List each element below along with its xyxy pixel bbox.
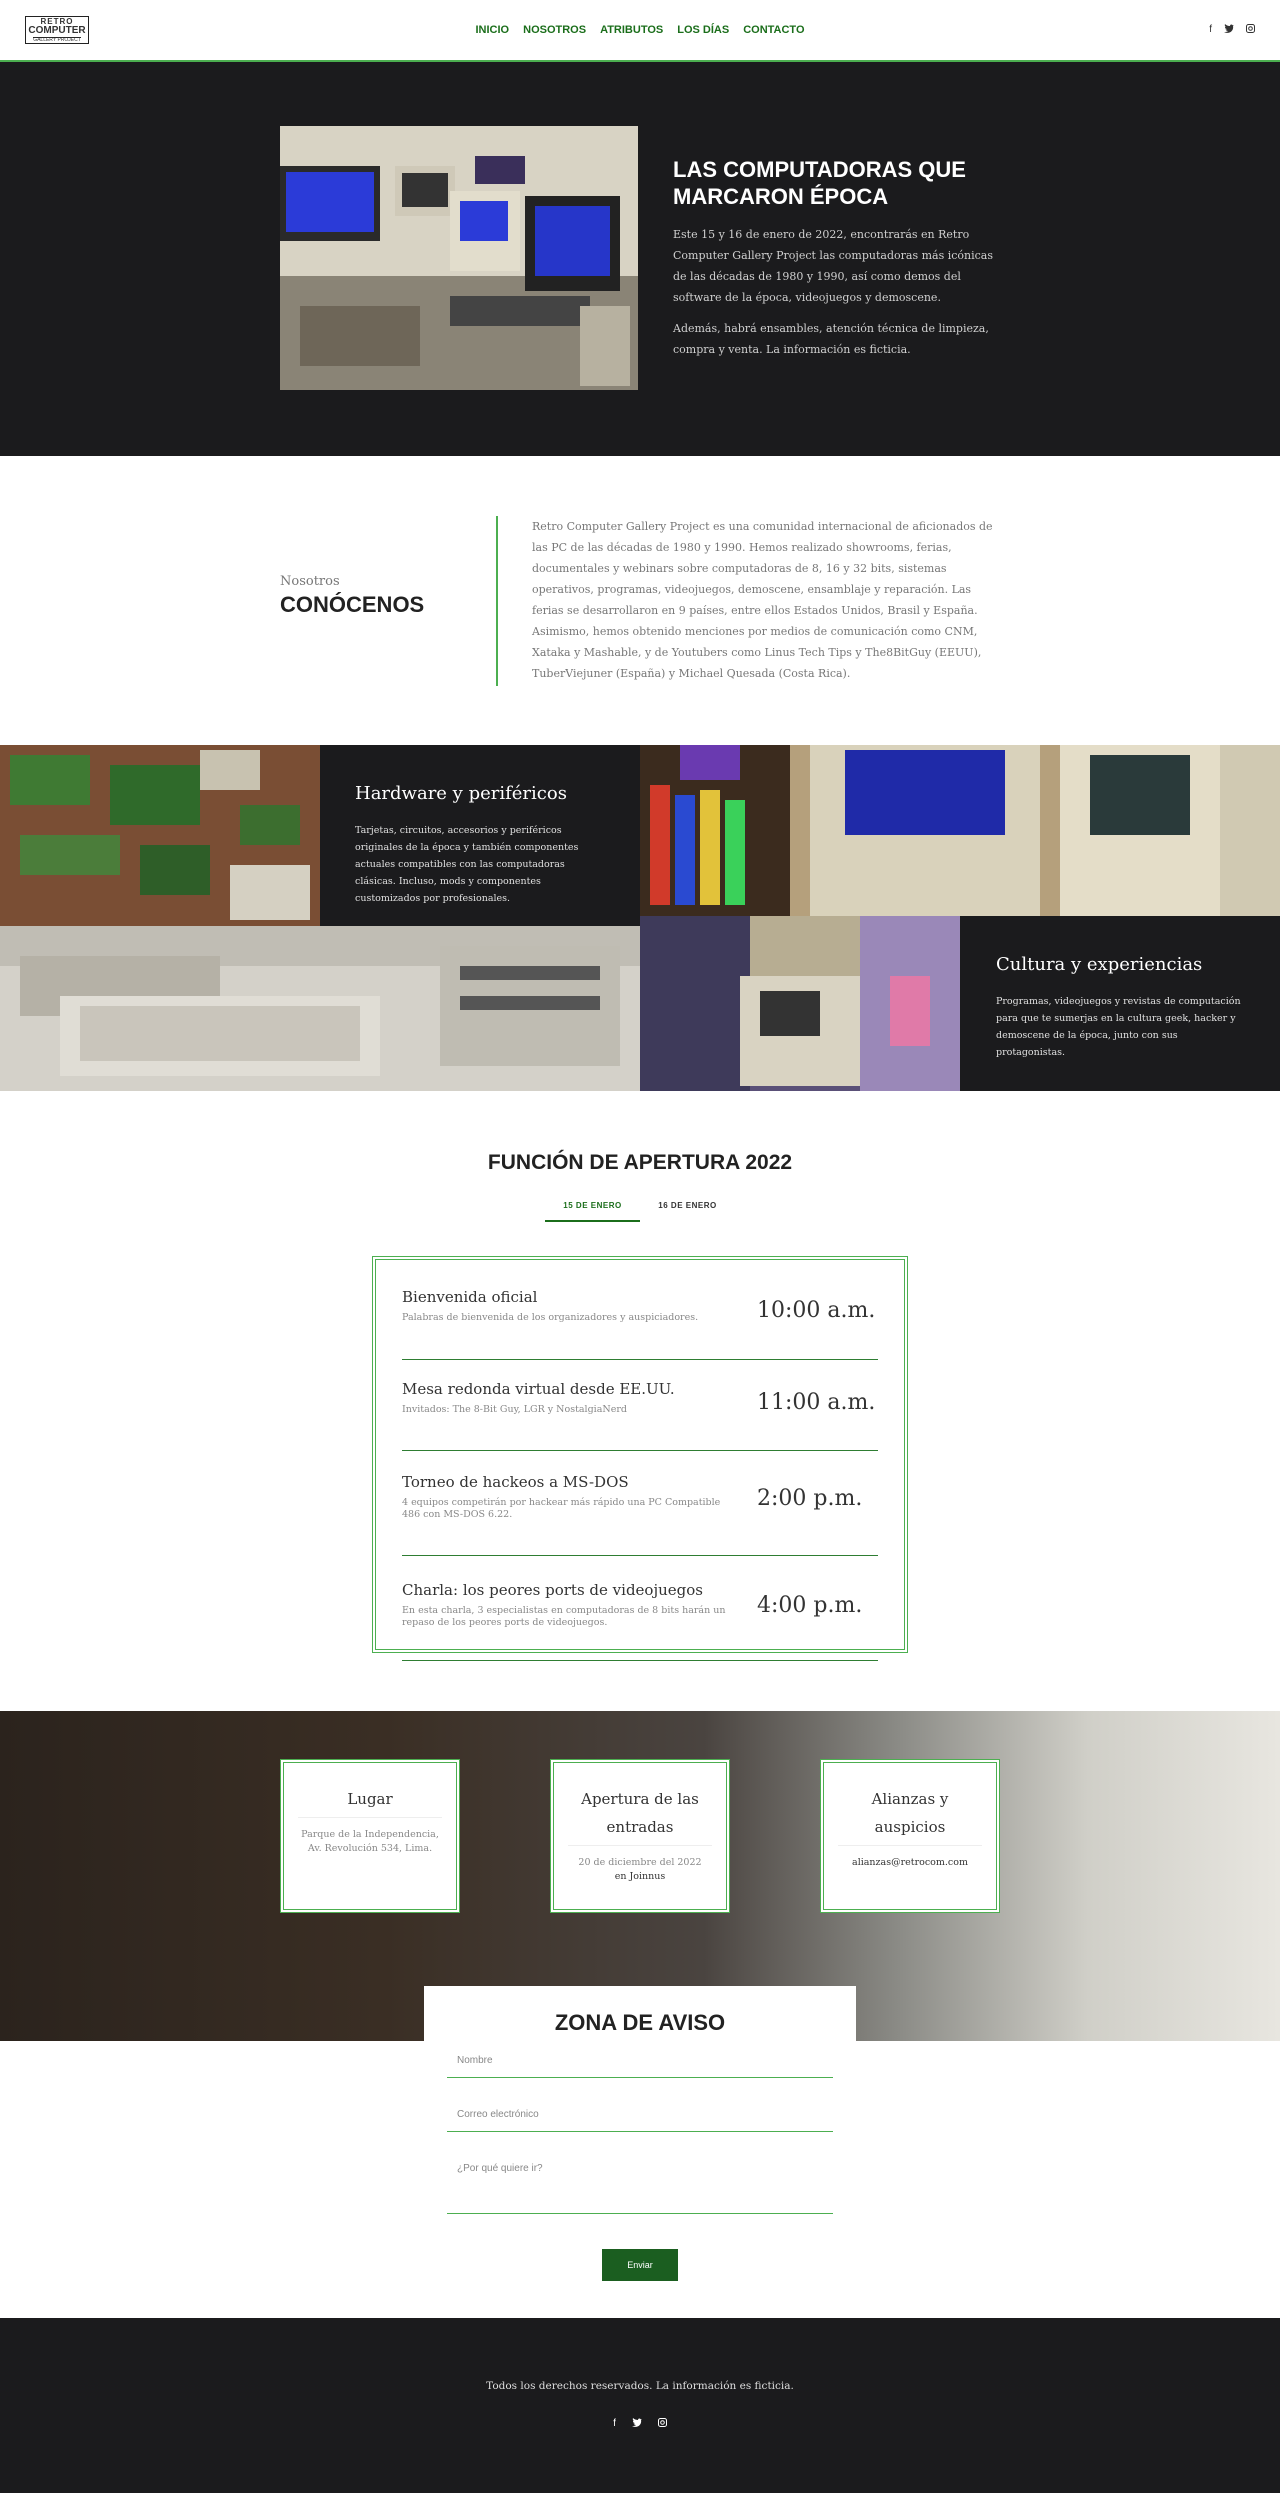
footer-text: Todos los derechos reservados. La inform… bbox=[486, 2380, 794, 2392]
culture-text: Programas, videojuegos y revistas de com… bbox=[996, 996, 1241, 1058]
hero-title: LAS COMPUTADORAS QUE MARCARON ÉPOCA bbox=[673, 157, 966, 209]
tab-15-enero[interactable]: 15 DE ENERO bbox=[545, 1198, 640, 1222]
event-row: Torneo de hackeos a MS-DOS 4 equipos com… bbox=[402, 1451, 878, 1556]
event-desc: En esta charla, 3 especialistas en compu… bbox=[402, 1605, 726, 1628]
footer-social-links: f bbox=[0, 2418, 1280, 2430]
hero-text: LAS COMPUTADORAS QUE MARCARON ÉPOCA Este… bbox=[673, 156, 1003, 370]
partners-title: Alianzas y auspicios bbox=[838, 1785, 982, 1846]
tab-16-enero[interactable]: 16 DE ENERO bbox=[640, 1198, 735, 1222]
event-time: 11:00 a.m. bbox=[757, 1390, 876, 1415]
tickets-where: en Joinnus bbox=[614, 1871, 666, 1882]
hero-photo-retro-computers bbox=[280, 126, 638, 390]
place-title: Lugar bbox=[298, 1785, 442, 1818]
culture-card: Cultura y experiencias Programas, videoj… bbox=[960, 916, 1280, 1091]
nav-link-los-dias[interactable]: LOS DÍAS bbox=[677, 24, 729, 36]
hero-paragraph-2: Además, habrá ensambles, atención técnic… bbox=[673, 322, 989, 356]
photo-retro-monitors bbox=[640, 745, 1280, 916]
tickets-title: Apertura de las entradas bbox=[568, 1785, 712, 1846]
place-card: Lugar Parque de la Independencia, Av. Re… bbox=[280, 1759, 460, 1913]
event-row: Mesa redonda virtual desde EE.UU. Invita… bbox=[402, 1360, 878, 1451]
day-tabs: 15 DE ENERO 16 DE ENERO bbox=[545, 1198, 735, 1222]
event-desc: 4 equipos competirán por hackear más ráp… bbox=[402, 1497, 721, 1520]
nav-link-nosotros[interactable]: NOSOTROS bbox=[523, 24, 586, 36]
nav-link-inicio[interactable]: INICIO bbox=[476, 24, 510, 36]
submit-button[interactable]: Enviar bbox=[602, 2249, 678, 2281]
facebook-icon[interactable]: f bbox=[1209, 24, 1212, 36]
event-time: 2:00 p.m. bbox=[757, 1486, 863, 1511]
twitter-icon[interactable] bbox=[631, 2418, 642, 2430]
event-time: 4:00 p.m. bbox=[757, 1593, 863, 1618]
logo-line-2: COMPUTER bbox=[28, 24, 86, 36]
schedule-section: FUNCIÓN DE APERTURA 2022 15 DE ENERO 16 … bbox=[0, 1091, 1280, 1711]
event-time: 10:00 a.m. bbox=[757, 1298, 876, 1323]
features-gallery: Hardware y periféricos Tarjetas, circuit… bbox=[0, 745, 1280, 1091]
nav-link-contacto[interactable]: CONTACTO bbox=[743, 24, 804, 36]
event-row: Charla: los peores ports de videojuegos … bbox=[402, 1556, 878, 1661]
photo-hardware-components bbox=[0, 745, 320, 926]
event-desc: Palabras de bienvenida de los organizado… bbox=[402, 1312, 699, 1323]
hardware-card: Hardware y periféricos Tarjetas, circuit… bbox=[320, 745, 640, 926]
tickets-card: Apertura de las entradas 20 de diciembre… bbox=[550, 1759, 730, 1913]
partners-email[interactable]: alianzas@retrocom.com bbox=[838, 1856, 982, 1870]
reason-textarea[interactable]: ¿Por qué quiere ir? bbox=[447, 2160, 833, 2214]
photo-vintage-keyboard bbox=[0, 926, 640, 1091]
hero-section: LAS COMPUTADORAS QUE MARCARON ÉPOCA Este… bbox=[0, 62, 1280, 456]
notice-form: ZONA DE AVISO Nombre Correo electrónico … bbox=[424, 1986, 856, 2318]
instagram-icon[interactable] bbox=[1246, 24, 1255, 36]
event-desc: Invitados: The 8-Bit Guy, LGR y Nostalgi… bbox=[402, 1404, 627, 1415]
event-row: Bienvenida oficial Palabras de bienvenid… bbox=[402, 1268, 878, 1360]
about-kicker: Nosotros bbox=[280, 574, 340, 589]
tickets-date: 20 de diciembre del 2022 bbox=[578, 1857, 702, 1868]
about-section: Nosotros CONÓCENOS Retro Computer Galler… bbox=[0, 456, 1280, 745]
twitter-icon[interactable] bbox=[1224, 24, 1234, 36]
footer: Todos los derechos reservados. La inform… bbox=[0, 2318, 1280, 2493]
place-text: Parque de la Independencia, Av. Revoluci… bbox=[301, 1829, 439, 1854]
culture-title: Cultura y experiencias bbox=[996, 954, 1203, 975]
hardware-title: Hardware y periféricos bbox=[355, 783, 567, 804]
instagram-icon[interactable] bbox=[657, 2418, 667, 2430]
header-social-links: f bbox=[1209, 24, 1255, 36]
hardware-text: Tarjetas, circuitos, accesorios y perifé… bbox=[355, 825, 579, 904]
partners-card: Alianzas y auspicios alianzas@retrocom.c… bbox=[820, 1759, 1000, 1913]
about-title: CONÓCENOS bbox=[280, 592, 425, 617]
top-navbar: RETRO COMPUTER GALLERY PROJECT INICIO NO… bbox=[0, 0, 1280, 62]
schedule-title: FUNCIÓN DE APERTURA 2022 bbox=[487, 1151, 793, 1174]
email-field[interactable]: Correo electrónico bbox=[447, 2106, 833, 2132]
form-title: ZONA DE AVISO bbox=[554, 2010, 726, 2035]
logo-line-3: GALLERY PROJECT bbox=[33, 36, 81, 43]
photo-magazines-and-pc bbox=[640, 916, 960, 1091]
main-menu: INICIO NOSOTROS ATRIBUTOS LOS DÍAS CONTA… bbox=[0, 0, 1280, 60]
site-logo[interactable]: RETRO COMPUTER GALLERY PROJECT bbox=[25, 16, 89, 44]
about-text: Retro Computer Gallery Project es una co… bbox=[532, 520, 993, 680]
nav-link-atributos[interactable]: ATRIBUTOS bbox=[600, 24, 663, 36]
hero-paragraph-1: Este 15 y 16 de enero de 2022, encontrar… bbox=[673, 228, 993, 304]
facebook-icon[interactable]: f bbox=[613, 2418, 616, 2430]
schedule-box: Bienvenida oficial Palabras de bienvenid… bbox=[372, 1256, 908, 1661]
about-divider bbox=[496, 516, 498, 686]
form-section: ZONA DE AVISO Nombre Correo electrónico … bbox=[0, 1986, 1280, 2318]
name-field[interactable]: Nombre bbox=[447, 2052, 833, 2078]
